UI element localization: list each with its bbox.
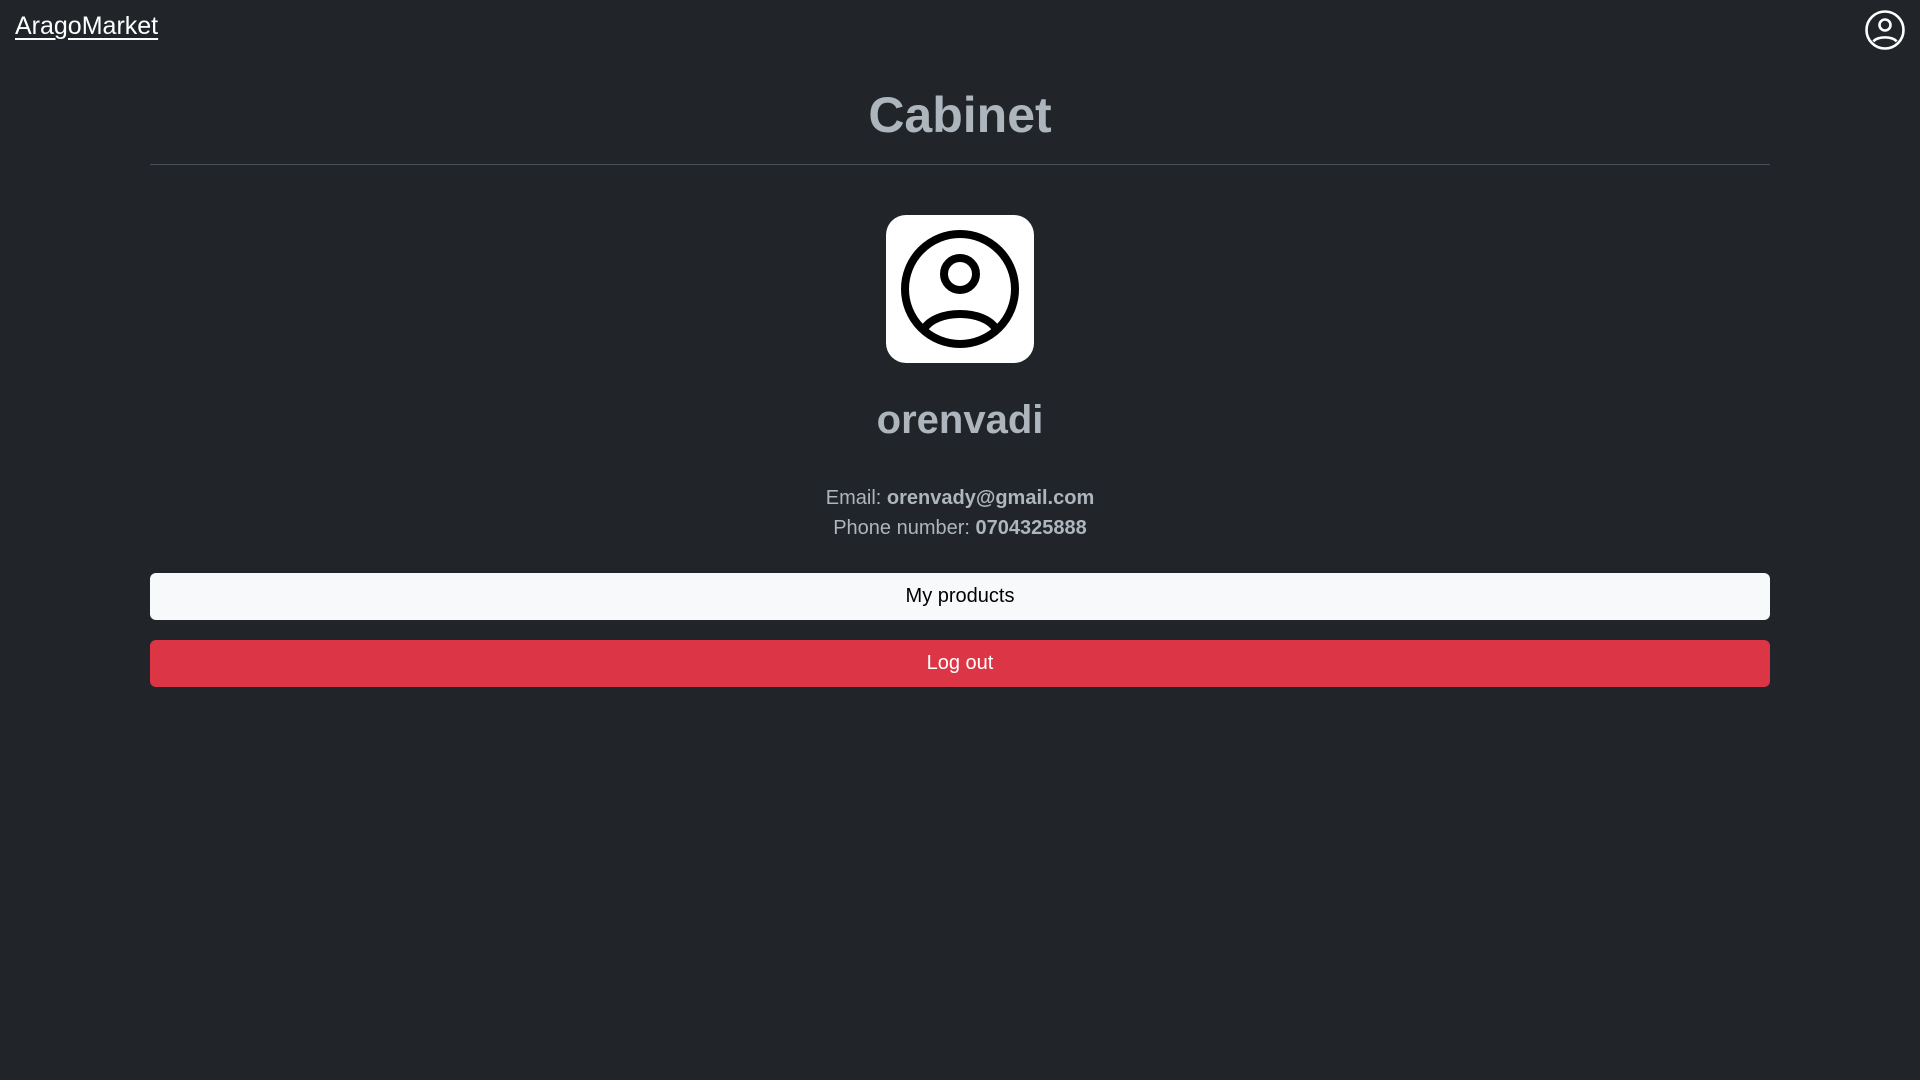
my-products-label: My products: [905, 585, 1015, 607]
account-button[interactable]: [1864, 9, 1906, 51]
title-divider: [150, 164, 1770, 165]
username: orenvadi: [876, 398, 1044, 442]
page-title: Cabinet: [868, 87, 1052, 143]
user-circle-icon: [898, 227, 1022, 351]
phone-row: Phone number: 0704325888: [150, 513, 1770, 543]
top-navbar: AragoMarket: [0, 0, 1920, 60]
user-circle-icon: [1864, 9, 1906, 51]
user-info: Email: orenvady@gmail.com Phone number: …: [150, 483, 1770, 543]
phone-value: 0704325888: [975, 517, 1087, 539]
brand-link[interactable]: AragoMarket: [15, 12, 158, 41]
avatar: [886, 215, 1034, 363]
email-row: Email: orenvady@gmail.com: [150, 483, 1770, 513]
my-products-button[interactable]: My products: [150, 573, 1770, 620]
logout-label: Log out: [926, 652, 994, 674]
cabinet-panel: Cabinet orenvadi Email: orenvady@gmail.c…: [150, 60, 1770, 687]
email-value: orenvady@gmail.com: [886, 487, 1095, 509]
email-label: Email:: [825, 487, 882, 509]
phone-label: Phone number:: [833, 517, 970, 539]
logout-button[interactable]: Log out: [150, 640, 1770, 687]
